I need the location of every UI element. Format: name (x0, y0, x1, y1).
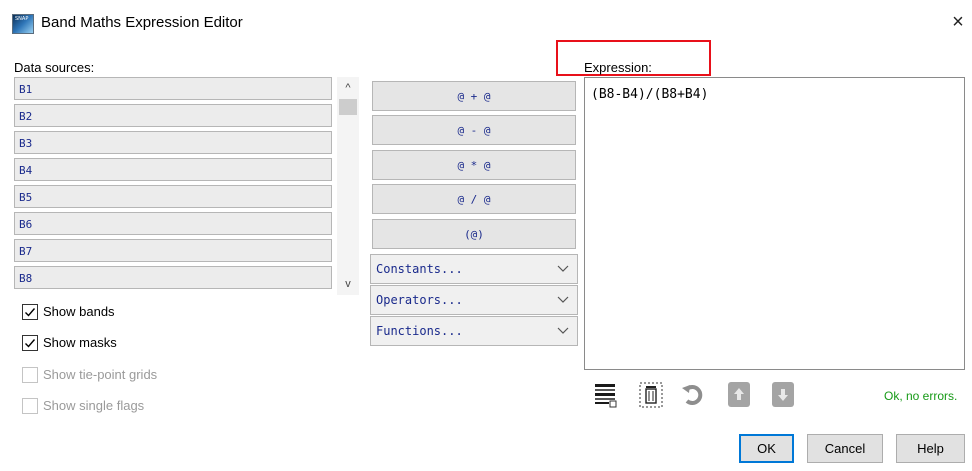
parentheses-button[interactable]: (@) (372, 219, 576, 249)
expression-grid-icon[interactable] (593, 379, 619, 409)
operators-dropdown-label: Operators... (376, 293, 463, 307)
functions-dropdown-label: Functions... (376, 324, 463, 338)
cancel-button[interactable]: Cancel (807, 434, 883, 463)
subtract-operator-button[interactable]: @ - @ (372, 115, 576, 145)
add-operator-button[interactable]: @ + @ (372, 81, 576, 111)
list-item[interactable]: B8 (14, 266, 332, 289)
scroll-down-icon[interactable]: v (337, 275, 359, 293)
list-item[interactable]: B4 (14, 158, 332, 181)
ok-button[interactable]: OK (739, 434, 794, 463)
expression-label: Expression: (584, 60, 652, 75)
chevron-down-icon (557, 265, 569, 272)
operators-dropdown[interactable]: Operators... (370, 285, 578, 315)
show-masks-label: Show masks (43, 335, 117, 350)
chevron-down-icon (557, 327, 569, 334)
data-sources-label: Data sources: (14, 60, 95, 75)
move-up-icon[interactable] (726, 379, 752, 409)
list-item[interactable]: B5 (14, 185, 332, 208)
show-bands-label: Show bands (43, 304, 115, 319)
title-bar: SNAP Band Maths Expression Editor × (0, 0, 972, 46)
list-item[interactable]: B1 (14, 77, 332, 100)
show-masks-checkbox[interactable] (22, 335, 38, 351)
window-title: Band Maths Expression Editor (41, 14, 243, 31)
divide-operator-button[interactable]: @ / @ (372, 184, 576, 214)
multiply-operator-button[interactable]: @ * @ (372, 150, 576, 180)
list-item[interactable]: B2 (14, 104, 332, 127)
app-icon: SNAP (12, 14, 34, 34)
show-tie-point-grids-label: Show tie-point grids (43, 367, 158, 382)
list-item[interactable]: B6 (14, 212, 332, 235)
validation-status: Ok, no errors. (884, 389, 958, 403)
list-item[interactable]: B7 (14, 239, 332, 262)
scrollbar-thumb[interactable] (339, 99, 357, 115)
clipboard-delete-icon[interactable] (638, 379, 664, 409)
constants-dropdown[interactable]: Constants... (370, 254, 578, 284)
list-item[interactable]: B3 (14, 131, 332, 154)
scroll-up-icon[interactable]: ^ (337, 79, 359, 97)
constants-dropdown-label: Constants... (376, 262, 463, 276)
show-single-flags-checkbox[interactable] (22, 398, 38, 414)
close-button[interactable]: × (946, 9, 970, 35)
functions-dropdown[interactable]: Functions... (370, 316, 578, 346)
expression-textarea[interactable]: (B8-B4)/(B8+B4) (584, 77, 965, 370)
help-button[interactable]: Help (896, 434, 965, 463)
redo-icon[interactable] (681, 379, 707, 409)
expression-text: (B8-B4)/(B8+B4) (591, 87, 709, 102)
show-tie-point-grids-checkbox[interactable] (22, 367, 38, 383)
move-down-icon[interactable] (770, 379, 796, 409)
show-bands-checkbox[interactable] (22, 304, 38, 320)
show-single-flags-label: Show single flags (43, 398, 145, 413)
chevron-down-icon (557, 296, 569, 303)
data-sources-list: B1 B2 B3 B4 B5 B6 B7 B8 ^ v (14, 77, 359, 295)
